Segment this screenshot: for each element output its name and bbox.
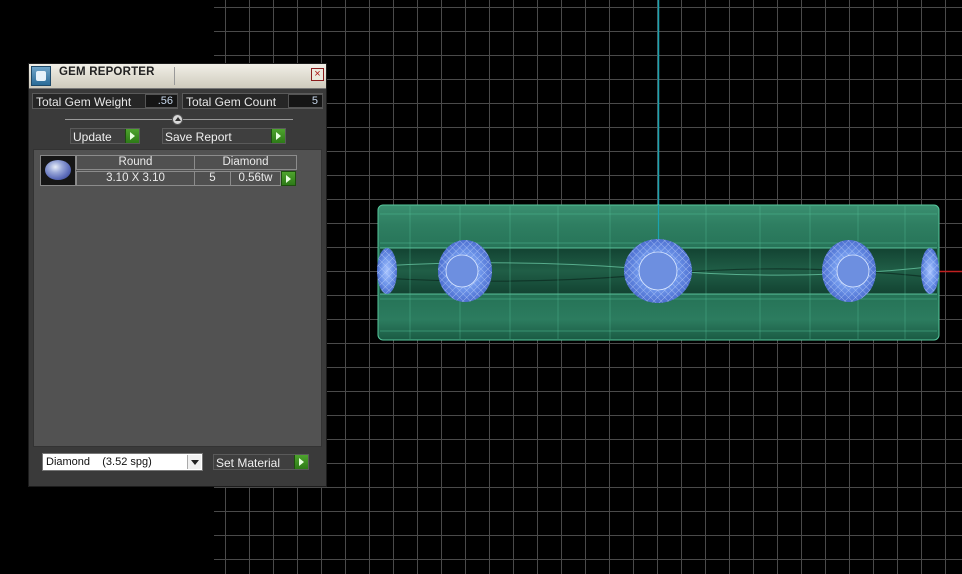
total-gem-weight-box: Total Gem Weight .56 — [32, 93, 178, 109]
gem-reporter-panel: GEM REPORTER × Total Gem Weight .56 Tota… — [28, 63, 327, 487]
gem-right-edge — [921, 248, 939, 294]
gem-right — [822, 240, 876, 302]
panel-titlebar[interactable]: GEM REPORTER × — [29, 64, 326, 89]
play-icon — [271, 129, 285, 143]
gem-center — [624, 239, 692, 303]
gem-reporter-app-icon — [31, 66, 51, 86]
gem-thumbnail — [40, 155, 76, 186]
gem-material-cell: Diamond — [194, 155, 297, 170]
gem-list[interactable]: Round Diamond 3.10 X 3.10 5 0.56tw — [33, 149, 322, 447]
save-report-button[interactable]: Save Report — [162, 128, 286, 144]
total-gem-count-box: Total Gem Count 5 — [182, 93, 323, 109]
total-gem-weight-value: .56 — [145, 94, 178, 108]
gem-size-cell: 3.10 X 3.10 — [76, 171, 195, 186]
update-button-label: Update — [73, 130, 112, 144]
play-icon — [294, 455, 308, 469]
save-report-button-label: Save Report — [165, 130, 232, 144]
gem-left — [438, 240, 492, 302]
set-material-button[interactable]: Set Material — [213, 454, 309, 470]
material-select-value: Diamond (3.52 spg) — [46, 456, 152, 468]
total-gem-count-label: Total Gem Count — [186, 95, 277, 109]
slider-handle[interactable] — [172, 114, 183, 125]
gem-shape-cell: Round — [76, 155, 195, 170]
gem-row-play-button[interactable] — [281, 171, 296, 186]
update-button[interactable]: Update — [70, 128, 140, 144]
gem-count-cell: 5 — [194, 171, 231, 186]
total-gem-weight-label: Total Gem Weight — [36, 95, 132, 109]
set-material-button-label: Set Material — [216, 456, 281, 470]
play-icon — [125, 129, 139, 143]
gem-wireframes — [377, 239, 939, 303]
titlebar-divider — [174, 67, 175, 85]
panel-title: GEM REPORTER — [59, 66, 155, 78]
round-gem-icon — [45, 160, 71, 180]
gem-left-edge — [377, 248, 397, 294]
total-gem-count-value: 5 — [288, 94, 323, 108]
gem-weight-cell: 0.56tw — [230, 171, 281, 186]
material-select[interactable]: Diamond (3.52 spg) — [42, 453, 203, 471]
close-icon[interactable]: × — [311, 68, 324, 81]
chevron-down-icon[interactable] — [187, 455, 201, 469]
